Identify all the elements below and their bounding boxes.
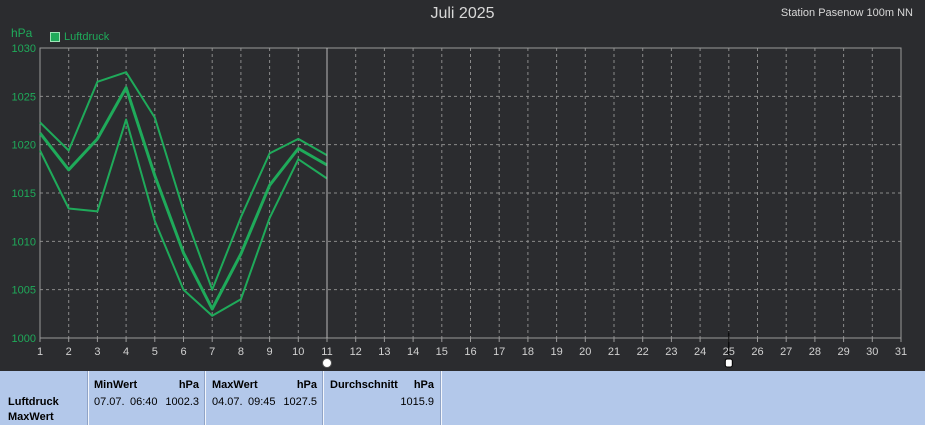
- max-heading: MaxWert: [212, 379, 258, 391]
- x-tick-label: 26: [751, 346, 763, 358]
- x-tick-label: 27: [780, 346, 792, 358]
- chart-legend[interactable]: Luftdruck: [50, 31, 109, 43]
- max-date: 04.07.: [212, 396, 243, 408]
- x-tick-label: 29: [837, 346, 849, 358]
- x-tick-label: 12: [350, 346, 362, 358]
- x-tick-label: 30: [866, 346, 878, 358]
- min-date: 07.07.: [94, 396, 125, 408]
- y-tick-label: 1015: [12, 188, 36, 200]
- x-tick-label: 16: [464, 346, 476, 358]
- stats-footer: Luftdruck MaxWert MinWert hPa 07.07. 06:…: [0, 371, 925, 425]
- x-tick-label: 21: [608, 346, 620, 358]
- x-tick-label: 18: [522, 346, 534, 358]
- footer-row-label: Luftdruck: [8, 396, 59, 408]
- min-time: 06:40: [130, 396, 158, 408]
- x-tick-label: 6: [180, 346, 186, 358]
- x-tick-label: 8: [238, 346, 244, 358]
- max-value: 1027.5: [283, 396, 317, 408]
- avg-heading: Durchschnitt: [330, 379, 398, 391]
- y-tick-label: 1010: [12, 236, 36, 248]
- x-tick-label: 11: [321, 346, 332, 358]
- avg-unit: hPa: [413, 379, 434, 391]
- x-tick-label: 5: [152, 346, 158, 358]
- max-unit: hPa: [296, 379, 317, 391]
- y-tick-label: 1025: [12, 91, 36, 103]
- legend-label: Luftdruck: [64, 31, 110, 43]
- x-tick-label: 1: [37, 346, 43, 358]
- y-axis-unit: hPa: [11, 26, 33, 40]
- x-tick-label: 17: [493, 346, 505, 358]
- footer-row-label-cell: Luftdruck MaxWert: [0, 371, 87, 425]
- footer-row-sublabel: MaxWert: [8, 411, 54, 423]
- station-label: Station Pasenow 100m NN: [780, 7, 913, 19]
- y-tick-label: 1030: [12, 43, 36, 55]
- chart-canvas: 1 2 3 4 5 6 7 8 9 10 11 12 13 14 15 16 17 18 19 20 21 22 23 24 2…: [12, 43, 908, 368]
- min-heading: MinWert: [94, 379, 138, 391]
- x-tick-label: 23: [665, 346, 677, 358]
- x-tick-label: 14: [407, 346, 419, 358]
- legend-swatch: [50, 32, 60, 42]
- x-tick-label: 3: [94, 346, 100, 358]
- avg-value: 1015.9: [400, 396, 434, 408]
- max-time: 09:45: [248, 396, 276, 408]
- footer-separator: [440, 371, 442, 425]
- y-tick-label: 1000: [12, 333, 36, 345]
- chart-ticks: 1 2 3 4 5 6 7 8 9 10 11 12 13 14 15 16 17 18 19 20 21 22 23 24 2…: [12, 43, 908, 358]
- x-tick-label: 28: [809, 346, 821, 358]
- x-tick-label: 31: [895, 346, 907, 358]
- footer-max-cell: MaxWert hPa 04.07. 09:45 1027.5: [206, 371, 322, 425]
- day-marker: [724, 358, 733, 368]
- x-tick-label: 15: [436, 346, 448, 358]
- x-tick-label: 9: [267, 346, 273, 358]
- min-value: 1002.3: [165, 396, 199, 408]
- min-unit: hPa: [178, 379, 199, 391]
- x-tick-label: 7: [209, 346, 215, 358]
- x-tick-label: 24: [694, 346, 706, 358]
- footer-avg-cell: Durchschnitt hPa 1015.9: [324, 371, 440, 425]
- x-tick-label: 2: [66, 346, 72, 358]
- footer-min-cell: MinWert hPa 07.07. 06:40 1002.3: [89, 371, 204, 425]
- current-day-marker: [322, 358, 332, 368]
- y-tick-label: 1005: [12, 285, 36, 297]
- x-tick-label: 20: [579, 346, 591, 358]
- x-tick-label: 22: [637, 346, 649, 358]
- x-tick-label: 10: [292, 346, 304, 358]
- x-tick-label: 4: [123, 346, 129, 358]
- y-tick-label: 1020: [12, 140, 36, 152]
- x-tick-label: 13: [378, 346, 390, 358]
- chart-grid: [40, 48, 901, 338]
- x-tick-label: 19: [550, 346, 562, 358]
